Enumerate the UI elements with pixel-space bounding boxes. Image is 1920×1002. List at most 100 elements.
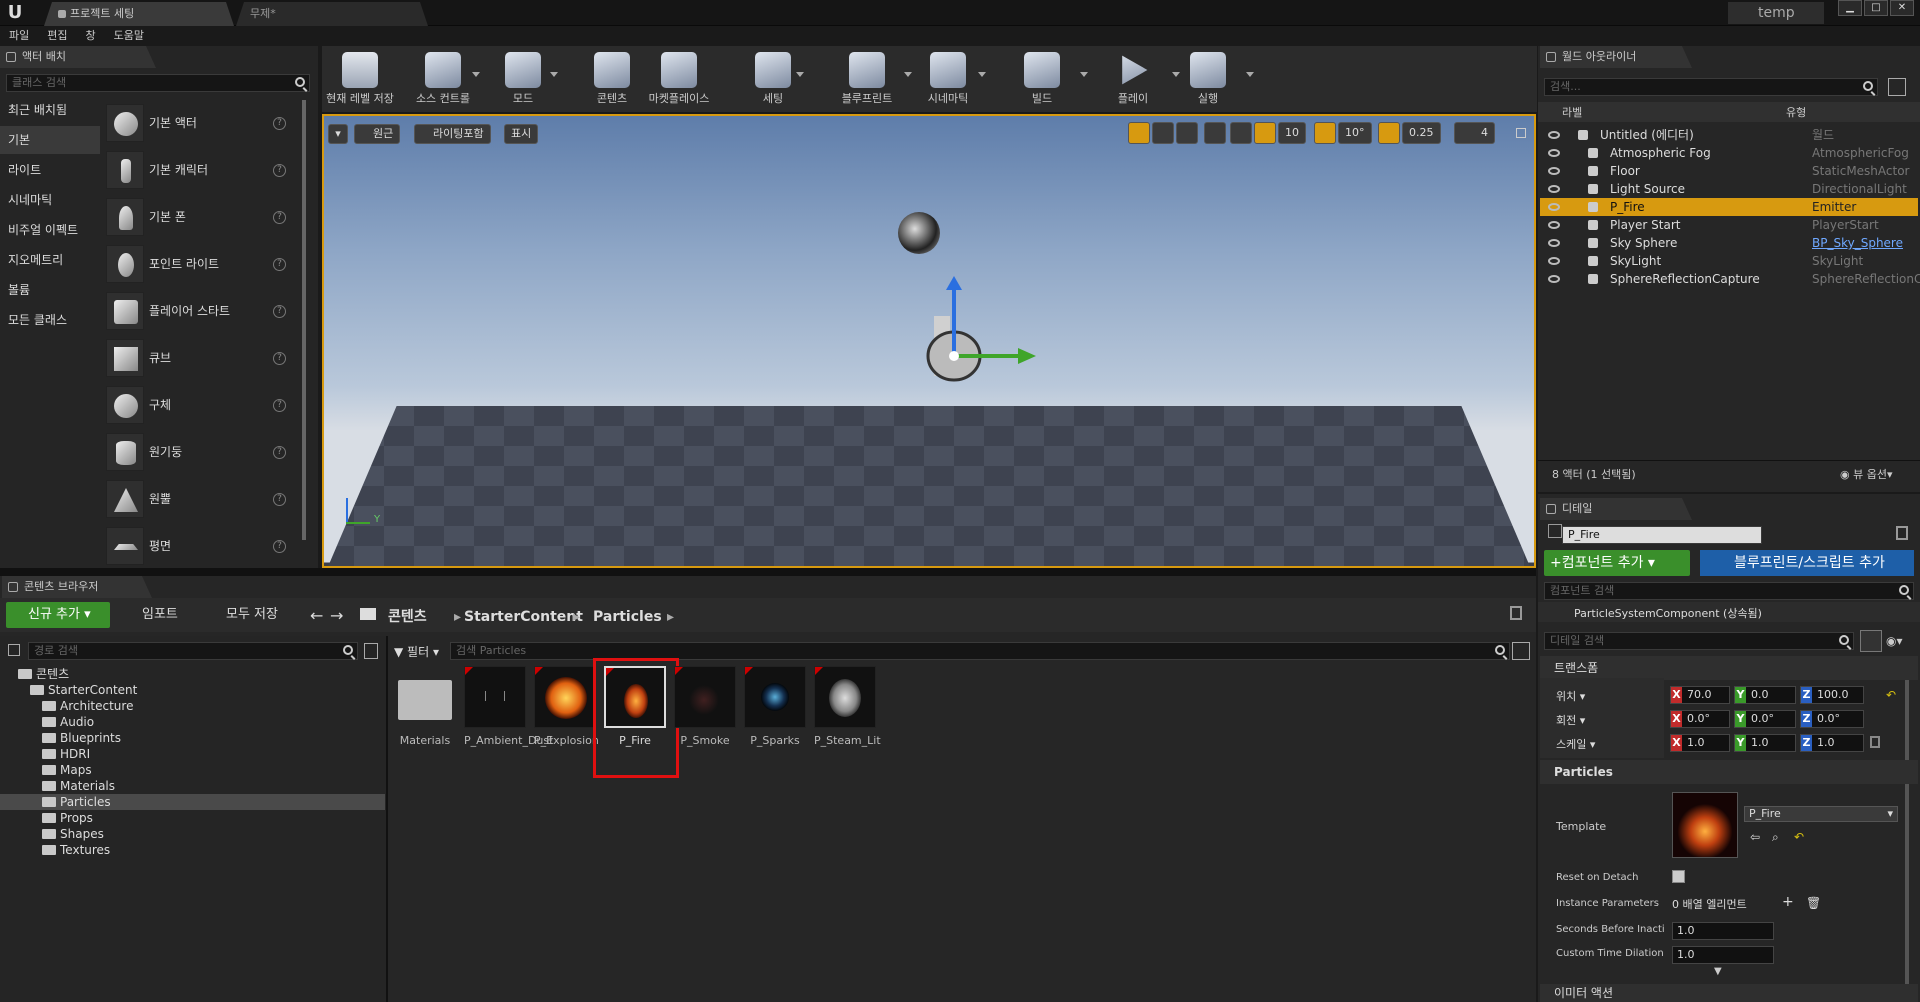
- outliner-row[interactable]: P_Fire Emitter: [1540, 198, 1918, 216]
- asset-folder-materials[interactable]: Materials: [394, 666, 456, 747]
- column-label[interactable]: 라벨: [1562, 104, 1582, 120]
- maximize-icon[interactable]: □: [1864, 0, 1888, 16]
- grid-snap-value[interactable]: 10: [1278, 122, 1306, 144]
- folder-tree-item[interactable]: Props: [0, 810, 385, 826]
- blueprints-button[interactable]: 블루프린트: [822, 46, 912, 112]
- eye-icon[interactable]: [1548, 131, 1560, 139]
- scale-snap-icon[interactable]: [1378, 122, 1400, 144]
- outliner-row[interactable]: Floor StaticMeshActor: [1540, 162, 1918, 180]
- perspective-button[interactable]: 원근: [354, 124, 401, 144]
- folder-tree-item[interactable]: Audio: [0, 714, 385, 730]
- actor-item[interactable]: 기본 캐릭터?: [104, 147, 294, 193]
- transform-gizmo[interactable]: [894, 276, 1054, 436]
- location-z-field[interactable]: Z 100.0: [1800, 686, 1864, 704]
- use-selected-arrow-icon[interactable]: ⇦: [1750, 830, 1760, 844]
- actor-item[interactable]: 기본 폰?: [104, 194, 294, 240]
- translate-mode-icon[interactable]: [1128, 122, 1150, 144]
- outliner-row[interactable]: Player Start PlayerStart: [1540, 216, 1918, 234]
- settings-button[interactable]: 세팅: [742, 46, 804, 112]
- folder-tree-item[interactable]: 콘텐츠: [0, 666, 385, 682]
- scrollbar[interactable]: [302, 100, 306, 540]
- category-basic[interactable]: 기본: [0, 126, 100, 154]
- details-search-input[interactable]: 디테일 검색: [1544, 632, 1854, 650]
- minimize-icon[interactable]: ▁: [1838, 0, 1862, 16]
- rotation-y-field[interactable]: Y 0.0°: [1734, 710, 1796, 728]
- trash-icon[interactable]: 🗑: [1806, 896, 1821, 910]
- folder-tree-icon[interactable]: [8, 644, 20, 656]
- eye-icon[interactable]: [1548, 239, 1560, 247]
- place-actors-tab[interactable]: 액터 배치: [0, 46, 156, 68]
- help-icon[interactable]: ?: [273, 352, 286, 365]
- asset-p-ambient-dust[interactable]: P_Ambient_Dust: [464, 666, 553, 747]
- location-x-field[interactable]: X 70.0: [1670, 686, 1730, 704]
- maximize-viewport-icon[interactable]: [1516, 128, 1526, 138]
- outliner-row[interactable]: SkyLight SkyLight: [1540, 252, 1918, 270]
- details-tab[interactable]: 디테일: [1540, 498, 1692, 520]
- emitter-actions-header[interactable]: 이미터 액션: [1540, 984, 1918, 1002]
- grid-snap-icon[interactable]: [1254, 122, 1276, 144]
- actor-item[interactable]: 큐브?: [104, 335, 294, 381]
- rotation-snap-value[interactable]: 10°: [1338, 122, 1372, 144]
- actor-item[interactable]: 평면?: [104, 523, 294, 569]
- actor-name-input[interactable]: P_Fire: [1562, 526, 1762, 544]
- eye-icon[interactable]: [1548, 185, 1560, 193]
- actor-item[interactable]: 포인트 라이트?: [104, 241, 294, 287]
- modes-button[interactable]: 모드: [488, 46, 558, 112]
- eye-icon[interactable]: [1548, 221, 1560, 229]
- breadcrumb-startercontent[interactable]: StarterContent: [464, 606, 583, 628]
- folder-tree-item[interactable]: Textures: [0, 842, 385, 858]
- help-icon[interactable]: ?: [273, 540, 286, 553]
- path-search-input[interactable]: 경로 검색: [28, 642, 358, 660]
- add-filter-icon[interactable]: [1888, 78, 1906, 96]
- help-icon[interactable]: ?: [273, 258, 286, 271]
- folder-tree-item[interactable]: Materials: [0, 778, 385, 794]
- show-button[interactable]: 표시: [504, 124, 539, 144]
- component-search-input[interactable]: 컴포넌트 검색: [1544, 582, 1914, 600]
- particles-section-header[interactable]: Particles: [1540, 760, 1918, 784]
- tab-level[interactable]: 무제*: [236, 2, 428, 26]
- class-search-input[interactable]: 클래스 검색: [6, 74, 310, 92]
- template-thumbnail-icon[interactable]: [1672, 792, 1738, 858]
- help-icon[interactable]: ?: [273, 164, 286, 177]
- outliner-type[interactable]: BP_Sky_Sphere: [1812, 234, 1903, 252]
- lock-scale-icon[interactable]: [1870, 736, 1880, 748]
- help-icon[interactable]: ?: [273, 493, 286, 506]
- reset-on-detach-checkbox[interactable]: [1672, 870, 1685, 883]
- help-icon[interactable]: ?: [273, 446, 286, 459]
- save-current-button[interactable]: 현재 레벨 저장: [322, 46, 398, 112]
- folder-tree-item[interactable]: Architecture: [0, 698, 385, 714]
- folder-tree-item[interactable]: Particles: [0, 794, 385, 810]
- scale-x-field[interactable]: X 1.0: [1670, 734, 1730, 752]
- rotate-mode-icon[interactable]: [1152, 122, 1174, 144]
- marketplace-button[interactable]: 마켓플레이스: [644, 46, 714, 112]
- template-dropdown[interactable]: P_Fire ▾: [1744, 806, 1898, 822]
- add-element-icon[interactable]: +: [1782, 894, 1794, 910]
- menu-file[interactable]: 파일: [0, 26, 38, 46]
- scale-y-field[interactable]: Y 1.0: [1734, 734, 1796, 752]
- outliner-row[interactable]: Untitled (에디터) 월드: [1540, 126, 1918, 144]
- grid-view-icon[interactable]: [1860, 630, 1882, 652]
- actor-item[interactable]: 기본 액터?: [104, 100, 294, 146]
- rotation-x-field[interactable]: X 0.0°: [1670, 710, 1730, 728]
- outliner-row[interactable]: SphereReflectionCapture SphereReflectionC: [1540, 270, 1920, 288]
- asset-p-explosion[interactable]: P_Explosion: [534, 666, 599, 747]
- scale-z-field[interactable]: Z 1.0: [1800, 734, 1864, 752]
- eye-options-icon[interactable]: ◉▾: [1886, 634, 1914, 650]
- category-cinematic[interactable]: 시네마틱: [0, 186, 100, 214]
- actor-item[interactable]: 원기둥?: [104, 429, 294, 475]
- filter-button[interactable]: ▼ 필터 ▾: [394, 643, 439, 660]
- viewport-options-button[interactable]: ▾: [328, 124, 348, 144]
- content-button[interactable]: 콘텐츠: [584, 46, 640, 112]
- folder-tree-item[interactable]: Shapes: [0, 826, 385, 842]
- menu-help[interactable]: 도움말: [105, 26, 153, 46]
- list-view-icon[interactable]: [364, 643, 378, 659]
- scale-mode-icon[interactable]: [1176, 122, 1198, 144]
- user-box[interactable]: temp: [1728, 2, 1824, 24]
- category-recent[interactable]: 최근 배치됨: [0, 96, 100, 124]
- asset-p-sparks[interactable]: P_Sparks: [744, 666, 806, 747]
- rotation-label[interactable]: 회전 ▾: [1556, 712, 1585, 728]
- rotation-snap-icon[interactable]: [1314, 122, 1336, 144]
- browse-search-icon[interactable]: ⌕: [1772, 830, 1779, 845]
- eye-icon[interactable]: [1548, 203, 1560, 211]
- level-viewport[interactable]: ▾ 원근 라이팅포함 표시 10 10° 0.25 4 Y: [322, 114, 1536, 568]
